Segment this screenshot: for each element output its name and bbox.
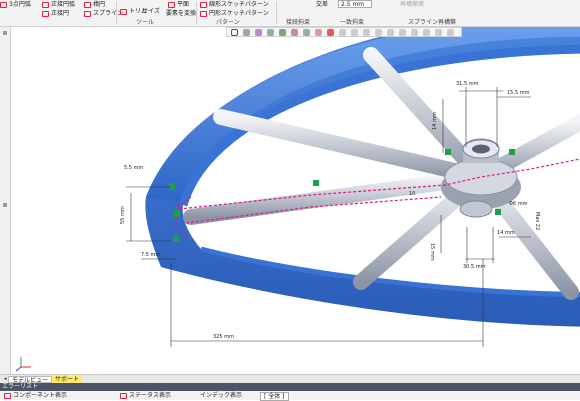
option-icon[interactable] — [363, 29, 370, 36]
view-toolbar — [226, 27, 462, 37]
rebuild-surface-tool[interactable]: 再構築面 — [400, 1, 424, 9]
dim-label: 325 mm — [213, 334, 234, 340]
select-icon[interactable] — [291, 29, 298, 36]
option-icon[interactable] — [375, 29, 382, 36]
circle-icon — [42, 10, 49, 17]
section-icon[interactable] — [315, 29, 322, 36]
value-input[interactable]: 2.5 mm — [338, 0, 372, 8]
option-icon[interactable] — [387, 29, 394, 36]
size-tool[interactable]: サイズ — [142, 8, 160, 16]
marker — [509, 149, 515, 155]
status-strip: コンポーネント表示 ステータス表示 インデック表示 [ 全体 ] — [0, 391, 580, 401]
marker — [313, 180, 319, 186]
dim-label: Max 22 — [534, 212, 540, 230]
separator — [276, 2, 277, 24]
hub-bore — [472, 144, 490, 154]
model-viewport[interactable]: 31.5 mm 15.5 mm 14 mm 5.5 mm 55 mm 7.5 m… — [11, 11, 580, 374]
zoom-icon[interactable] — [243, 29, 250, 36]
dim-label: 31.5 mm — [456, 81, 479, 87]
arc-icon — [0, 1, 7, 8]
spline-tool[interactable]: スプライン — [84, 10, 123, 18]
group-match: 一致拘束 — [340, 19, 365, 26]
option-icon[interactable] — [399, 29, 406, 36]
marker — [169, 183, 175, 190]
arc3-tool[interactable]: 3点円弧 — [0, 1, 31, 9]
tangent-arc-icon — [42, 1, 49, 8]
filter-icon[interactable] — [303, 29, 310, 36]
tangent-circle-tool[interactable]: 正接円 — [42, 10, 69, 18]
tab-model-view[interactable]: モデルビュー — [8, 376, 53, 384]
linear-pattern-icon — [200, 1, 207, 8]
rotate-icon[interactable] — [255, 29, 262, 36]
separator — [116, 2, 117, 24]
group-tools: ツール — [136, 19, 155, 26]
ellipse-icon — [84, 1, 91, 8]
axis-triad — [15, 357, 31, 372]
option-icon[interactable] — [435, 29, 442, 36]
plane-tool[interactable]: 平面 — [168, 1, 189, 9]
checkbox-icon — [120, 392, 127, 399]
status-item[interactable]: ステータス表示 — [120, 391, 171, 400]
stop-icon[interactable] — [327, 29, 334, 36]
group-spline: スプライン再構築 — [408, 19, 457, 26]
dim-label: 55 mm — [120, 206, 126, 224]
error-list-header[interactable]: エラーリスト — [0, 383, 580, 391]
dim-label: 10 — [409, 191, 415, 197]
dim-label: 15 mm — [429, 243, 435, 261]
convert-tool[interactable]: 要素を変換 — [166, 10, 196, 18]
option-icon[interactable] — [411, 29, 418, 36]
dim-label: 14 mm — [432, 112, 438, 130]
pan-icon[interactable] — [267, 29, 274, 36]
tangent-arc-tool[interactable]: 正接円弧 — [42, 1, 75, 9]
ribbon-toolbar: 3点円弧 正接円弧 楕円 正接円 スプライン トリム サイズ 平面 要素を変換 … — [0, 0, 580, 27]
linear-pattern-tool[interactable]: 線形スケッチパターン — [200, 1, 269, 9]
option-icon[interactable] — [423, 29, 430, 36]
fit-icon[interactable] — [279, 29, 286, 36]
tab-support[interactable]: サポート — [52, 376, 83, 383]
marker — [174, 210, 180, 217]
dim-label: 14 mm — [497, 230, 515, 236]
marker — [445, 149, 451, 155]
wheel-model: 31.5 mm 15.5 mm 14 mm 5.5 mm 55 mm 7.5 m… — [15, 11, 580, 372]
group-pattern: パターン — [216, 19, 240, 26]
option-icon[interactable] — [339, 29, 346, 36]
status-item[interactable]: インデック表示 — [200, 391, 242, 400]
dim-label: Φ6 mm — [509, 201, 528, 207]
checkbox-icon — [4, 392, 11, 399]
plane-icon — [168, 1, 175, 8]
panel-handle[interactable] — [3, 31, 7, 35]
marker — [495, 209, 501, 215]
dim-label: 15.5 mm — [507, 90, 530, 96]
spline-icon — [84, 10, 91, 17]
status-item[interactable]: コンポーネント表示 — [4, 391, 67, 400]
group-connect: 接続拘束 — [286, 19, 311, 26]
separator — [196, 2, 197, 24]
ellipse-tool[interactable]: 楕円 — [84, 1, 105, 9]
dim-label: 7.5 mm — [141, 252, 160, 258]
panel-handle[interactable] — [3, 203, 7, 207]
trim-icon — [120, 8, 127, 15]
marker — [173, 235, 179, 242]
left-panel — [0, 27, 11, 374]
view-mode-icon[interactable] — [231, 29, 238, 36]
option-icon[interactable] — [447, 29, 454, 36]
hub-bottom-boss — [459, 200, 493, 218]
hub-top — [444, 158, 518, 196]
option-icon[interactable] — [351, 29, 358, 36]
dim-label: 30.5 mm — [463, 264, 486, 270]
dim-label: 5.5 mm — [124, 165, 143, 171]
intersect-label: 交差 — [316, 1, 329, 8]
circular-pattern-icon — [200, 10, 207, 17]
